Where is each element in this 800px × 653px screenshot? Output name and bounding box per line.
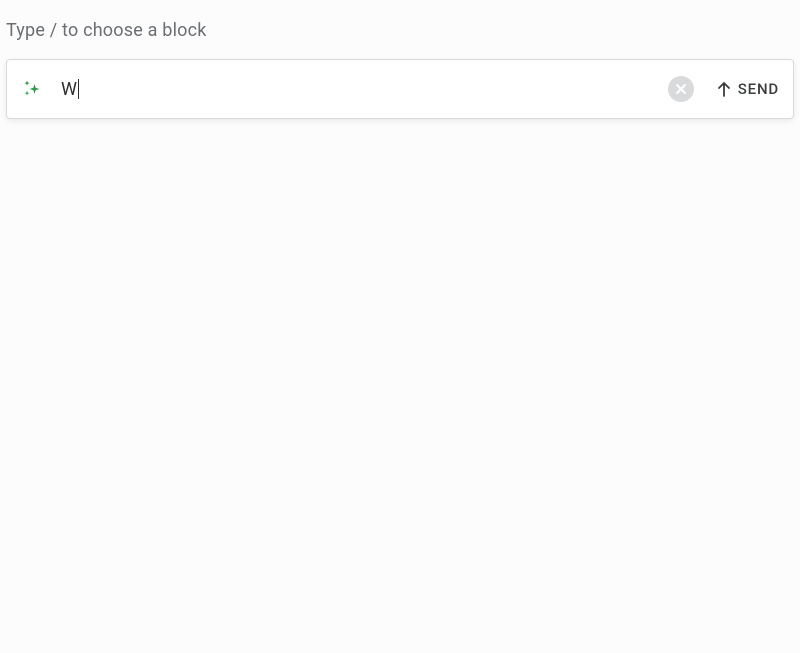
text-caret [78,79,79,99]
prompt-input[interactable]: W [61,79,668,100]
block-chooser-hint: Type / to choose a block [0,0,800,41]
clear-button[interactable] [668,76,694,102]
sparkle-icon [21,78,43,100]
send-button[interactable]: SEND [716,80,779,98]
arrow-up-icon [716,80,732,98]
close-icon [675,83,687,95]
prompt-input-value: W [61,79,77,100]
send-label: SEND [738,80,779,98]
prompt-input-container[interactable]: W SEND [6,59,794,119]
